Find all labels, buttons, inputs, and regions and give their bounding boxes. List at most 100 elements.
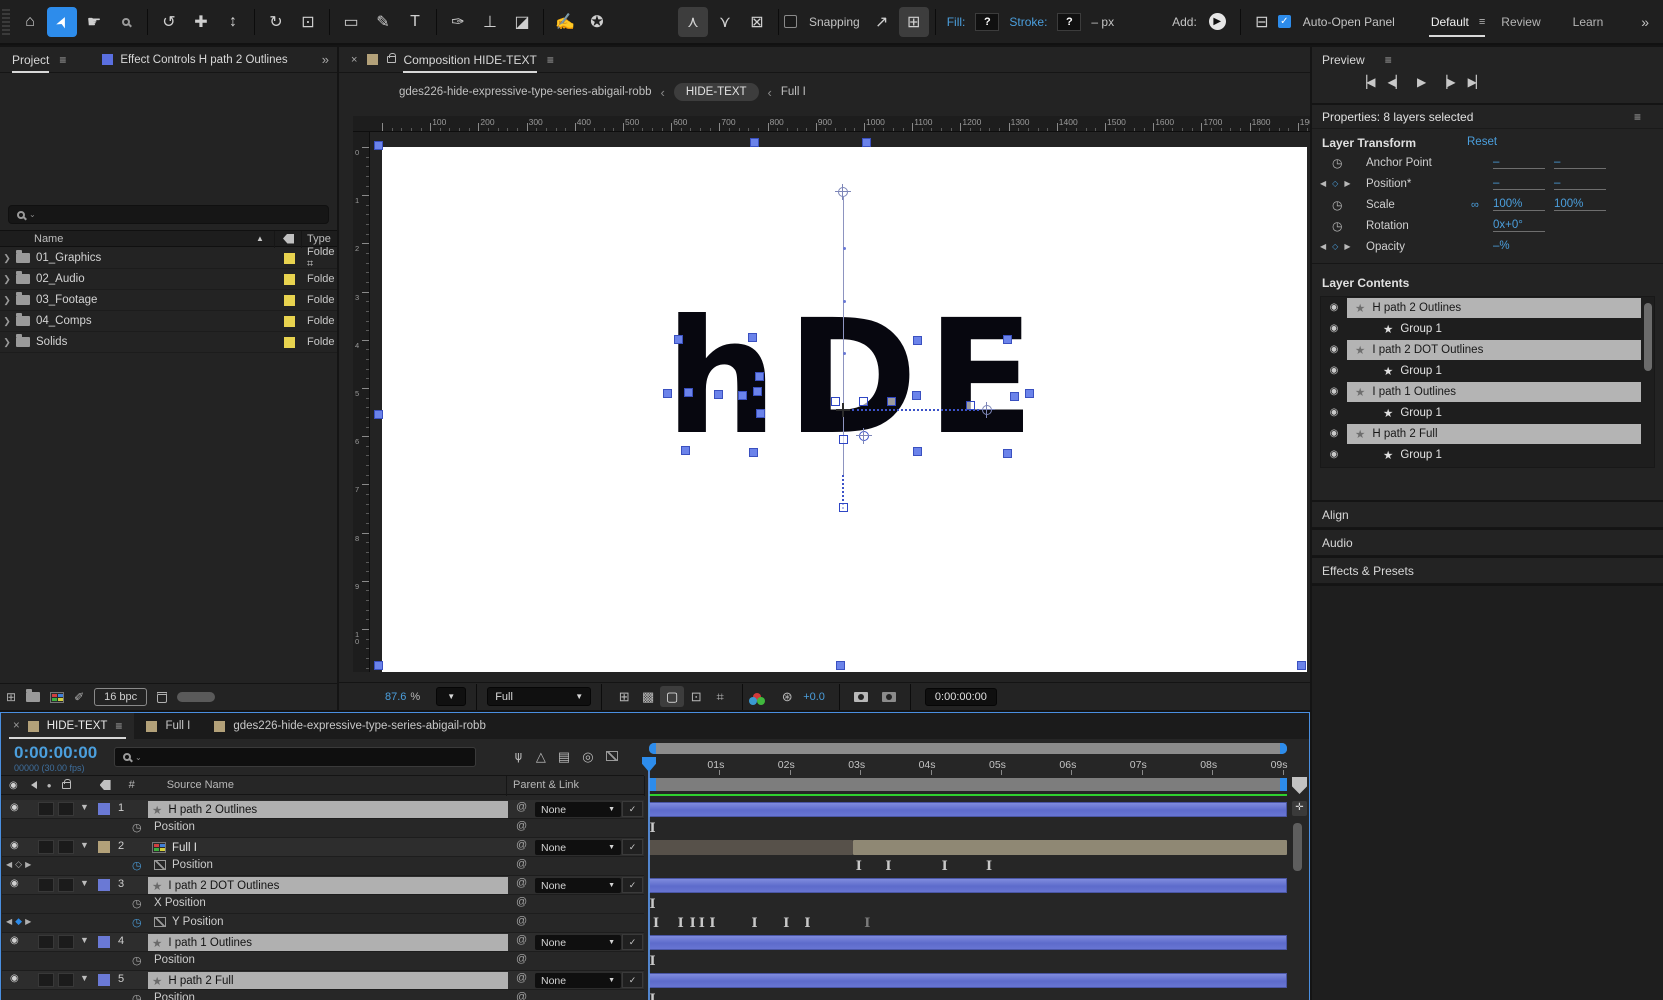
panel-header-align[interactable]: Align — [1312, 502, 1663, 528]
mask-visibility-icon[interactable]: ▢ — [660, 686, 684, 707]
parent-dropdown[interactable]: None▼ — [535, 935, 621, 950]
workspace-tab-review[interactable]: Review — [1501, 9, 1540, 35]
layer-label-swatch[interactable] — [98, 803, 110, 815]
layer-source-name[interactable]: ★I path 2 DOT Outlines — [148, 877, 508, 894]
timeline-search-input[interactable]: ⌄ — [114, 747, 476, 767]
comp-timecode[interactable]: 0:00:00:00 — [925, 688, 997, 706]
type-tool[interactable]: T — [400, 7, 430, 37]
layer-row[interactable]: ◉▼3★I path 2 DOT Outlines@None▼✓ — [2, 876, 644, 895]
solo-box[interactable] — [38, 802, 54, 816]
snapping-checkbox[interactable] — [784, 15, 797, 28]
parent-link-column-header[interactable]: Parent & Link — [513, 779, 579, 791]
frame-blending-icon[interactable]: ▤ — [558, 749, 570, 765]
contents-scrollbar[interactable] — [1644, 303, 1652, 371]
lock-box[interactable] — [58, 802, 74, 816]
first-frame-button[interactable]: ▕◀ — [1358, 75, 1374, 89]
close-tab-icon[interactable]: × — [351, 54, 357, 66]
keyframe-diamond-icon[interactable]: ◆ — [15, 916, 25, 926]
comp-marker-shield-icon[interactable] — [1292, 777, 1307, 794]
layer-label-swatch[interactable] — [98, 936, 110, 948]
label-swatch[interactable] — [284, 253, 295, 264]
collapse-transforms-switch[interactable]: ✓ — [622, 972, 643, 988]
keyframe-navigator[interactable]: ◀◆▶ — [6, 916, 34, 927]
layer-duration-bar[interactable] — [649, 878, 1287, 893]
thumbnail-slider[interactable] — [177, 692, 215, 702]
bit-depth-button[interactable]: 16 bpc — [94, 688, 147, 706]
keyframe-icon[interactable]: I — [942, 857, 948, 876]
eye-icon[interactable]: ◉ — [1321, 407, 1347, 418]
zoom-dropdown[interactable]: ▼ — [436, 687, 466, 706]
property-pickwhip-icon[interactable]: @ — [516, 953, 527, 965]
position-gizmo-right[interactable] — [982, 405, 992, 415]
reset-exposure-icon[interactable]: ⊛ — [775, 686, 799, 707]
layer-contents-item[interactable]: ★I path 2 DOT Outlines — [1347, 340, 1641, 360]
panel-overflow-chevron[interactable]: » — [322, 52, 329, 67]
selection-handle[interactable] — [913, 447, 922, 456]
tab-composition[interactable]: Composition HIDE-TEXT — [403, 53, 536, 67]
property-value[interactable]: 100% — [1554, 198, 1606, 211]
eye-icon[interactable]: ◉ — [1321, 449, 1347, 460]
resolution-dropdown[interactable]: Full▼ — [487, 687, 591, 706]
vertical-ruler[interactable]: 01234567891 0 — [353, 132, 370, 672]
convert-vertex-icon[interactable]: ⋏ — [678, 7, 708, 37]
layer-contents-item[interactable]: ★H path 2 Outlines — [1347, 298, 1641, 318]
selection-handle[interactable] — [681, 446, 690, 455]
selection-handle[interactable] — [1297, 661, 1306, 670]
collapse-transforms-switch[interactable]: ✓ — [622, 801, 643, 817]
label-swatch[interactable] — [284, 274, 295, 285]
panel-toggle-icon[interactable]: ⊟ — [1247, 7, 1277, 37]
puppet-pin-tool[interactable]: ✪ — [582, 7, 612, 37]
roto-brush-tool[interactable]: ✍ — [550, 7, 580, 37]
table-row[interactable]: ❯03_FootageFolde — [0, 290, 337, 311]
position-handle[interactable] — [831, 397, 840, 406]
delete-icon[interactable] — [157, 692, 167, 703]
project-search-input[interactable]: ⌄ — [8, 205, 329, 224]
solo-box[interactable] — [38, 840, 54, 854]
motion-blur-icon[interactable]: ◎ — [582, 749, 593, 765]
keyframe-nav-icons[interactable]: ◀ — [1320, 179, 1328, 188]
selection-handle[interactable] — [913, 336, 922, 345]
layer-contents-item[interactable]: ★H path 2 Full — [1347, 424, 1641, 444]
time-navigator-bar[interactable] — [649, 743, 1287, 754]
brush-tool[interactable]: ✑ — [443, 7, 473, 37]
twirl-icon[interactable]: ❯ — [0, 316, 14, 327]
solo-box[interactable] — [38, 973, 54, 987]
layer-duration-bar[interactable] — [649, 973, 1287, 988]
playhead[interactable] — [642, 757, 656, 772]
twirl-down-icon[interactable]: ▼ — [80, 878, 89, 888]
rotation-tool[interactable]: ↻ — [261, 7, 291, 37]
selection-handle[interactable] — [663, 389, 672, 398]
parent-dropdown[interactable]: None▼ — [535, 802, 621, 817]
collapse-transforms-switch[interactable]: ✓ — [622, 839, 643, 855]
eye-icon[interactable]: ◉ — [10, 878, 19, 889]
breadcrumb-leaf[interactable]: Full I — [781, 86, 806, 98]
layer-row[interactable]: ◉▼1★H path 2 Outlines@None▼✓ — [2, 800, 644, 819]
selection-handle[interactable] — [374, 410, 383, 419]
prev-frame-button[interactable]: ◀▏ — [1387, 75, 1403, 89]
preview-menu-icon[interactable]: ≡ — [1385, 53, 1392, 67]
selection-handle[interactable] — [749, 448, 758, 457]
region-of-interest-icon[interactable]: ⊡ — [684, 686, 708, 707]
keyframe-icon[interactable]: I — [649, 895, 655, 914]
workspace-tab-default[interactable]: Default — [1431, 9, 1469, 35]
layer-source-name[interactable]: Full I — [148, 839, 508, 856]
show-snapshot-icon[interactable] — [882, 692, 896, 702]
selection-handle[interactable] — [1003, 335, 1012, 344]
home-button[interactable]: ⌂ — [15, 7, 45, 37]
selection-handle[interactable] — [684, 388, 693, 397]
keyframe-icon[interactable]: I — [709, 914, 715, 933]
eye-icon[interactable]: ◉ — [10, 935, 19, 946]
property-pickwhip-icon[interactable]: @ — [516, 896, 527, 908]
add-play-icon[interactable]: ▶ — [1209, 13, 1226, 30]
twirl-down-icon[interactable]: ▼ — [80, 802, 89, 812]
selection-handle[interactable] — [755, 372, 764, 381]
property-value[interactable]: – — [1554, 156, 1606, 169]
timeline-tab[interactable]: ×HIDE-TEXT≡ — [1, 713, 134, 739]
hand-tool[interactable]: ☛ — [79, 7, 109, 37]
table-row[interactable]: ❯04_CompsFolde — [0, 311, 337, 332]
collapse-transforms-switch[interactable]: ✓ — [622, 934, 643, 950]
eye-icon[interactable]: ◉ — [1321, 323, 1347, 334]
comp-menu-icon[interactable]: ≡ — [547, 53, 554, 67]
eye-icon[interactable]: ◉ — [1321, 302, 1347, 313]
stopwatch-icon[interactable]: ◷ — [132, 954, 142, 967]
